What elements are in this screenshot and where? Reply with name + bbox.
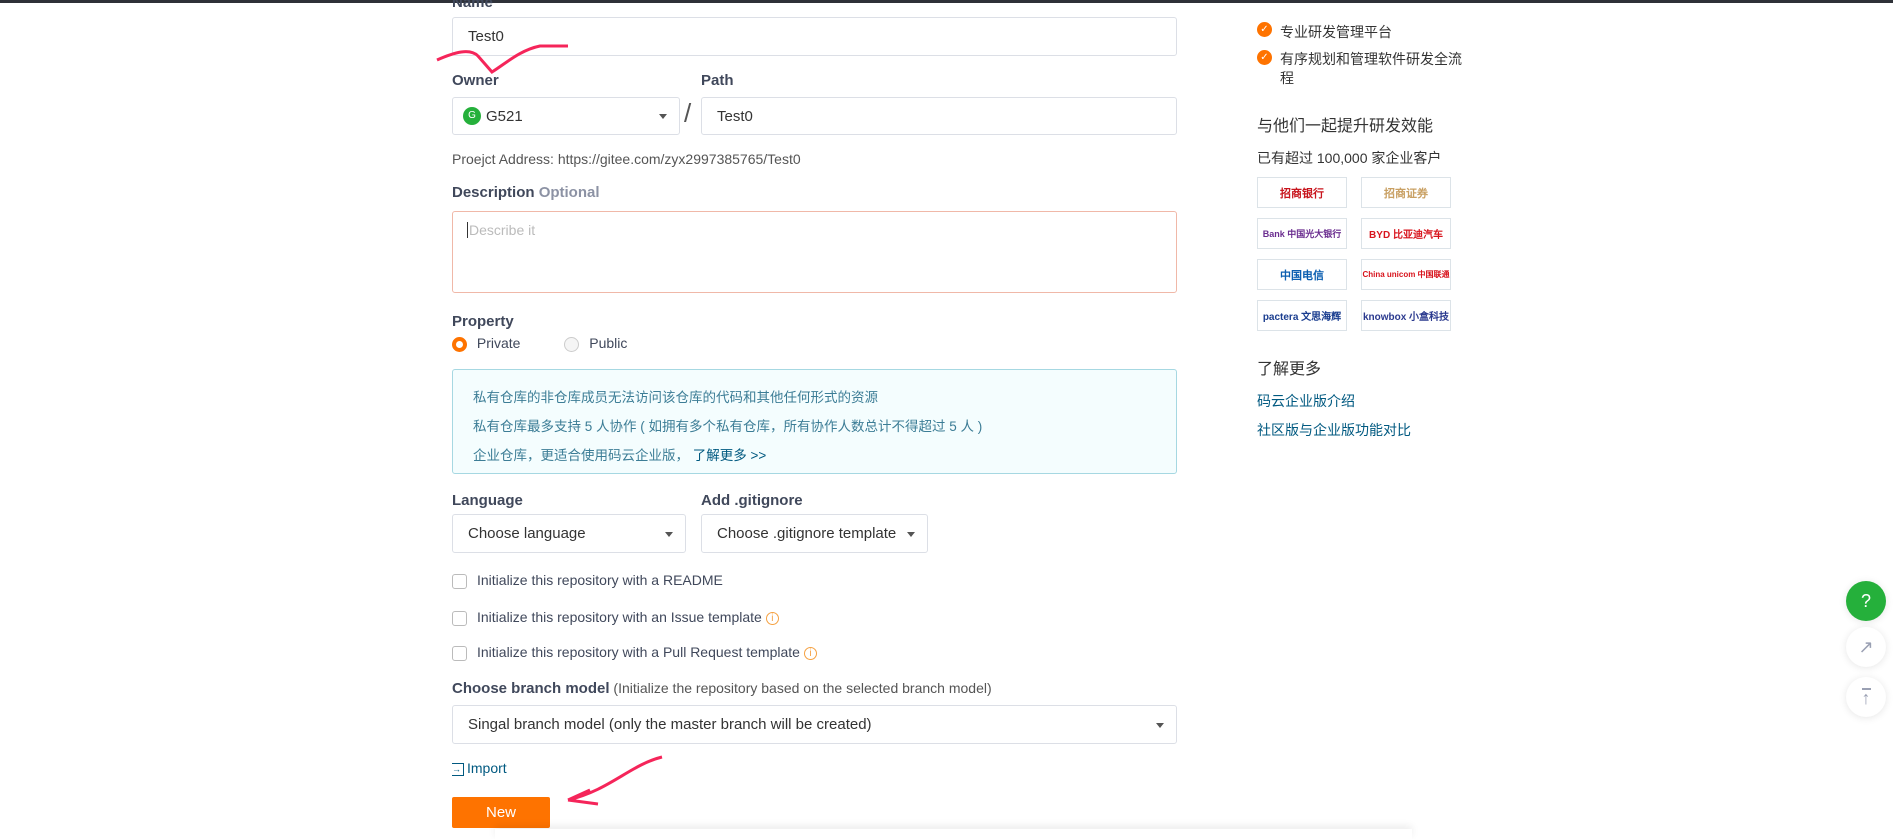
logo-byd: BYD 比亚迪汽车 <box>1361 218 1451 249</box>
feature-item: ✓ 专业研发管理平台 <box>1257 22 1392 42</box>
share-icon: ↗ <box>1858 636 1874 657</box>
edition-compare-link[interactable]: 社区版与企业版功能对比 <box>1257 420 1411 440</box>
help-button[interactable]: ? <box>1846 581 1886 621</box>
annotation-squiggle <box>436 44 568 74</box>
help-icon: ? <box>1860 590 1871 611</box>
logo-china-unicom: China unicom 中国联通 <box>1361 259 1451 290</box>
share-button[interactable]: ↗ <box>1846 627 1886 667</box>
customers-title: 与他们一起提升研发效能 <box>1257 118 1434 135</box>
logo-pactera: pactera 文思海辉 <box>1257 300 1347 331</box>
learn-more-title: 了解更多 <box>1257 361 1322 378</box>
logo-cmb: 招商银行 <box>1257 177 1347 208</box>
logo-china-telecom: 中国电信 <box>1257 259 1347 290</box>
arrow-up-icon: ↑ <box>1861 688 1871 708</box>
check-icon: ✓ <box>1257 50 1272 65</box>
feature-text: 有序规划和管理软件研发全流程 <box>1280 51 1462 86</box>
logo-ceb: Bank 中国光大银行 <box>1257 218 1347 249</box>
back-to-top-button[interactable]: ↑ <box>1846 677 1886 717</box>
check-icon: ✓ <box>1257 22 1272 37</box>
enterprise-intro-link[interactable]: 码云企业版介绍 <box>1257 391 1355 411</box>
annotation-overlay <box>436 44 663 806</box>
logo-cmbchina-sec: 招商证券 <box>1361 177 1451 208</box>
customers-subtitle: 已有超过 100,000 家企业客户 <box>1257 150 1442 166</box>
annotation-arrow <box>567 755 663 806</box>
logo-knowbox: knowbox 小盒科技 <box>1361 300 1451 331</box>
feature-text: 专业研发管理平台 <box>1280 24 1392 40</box>
feature-item: ✓ 有序规划和管理软件研发全流程 <box>1257 50 1467 88</box>
